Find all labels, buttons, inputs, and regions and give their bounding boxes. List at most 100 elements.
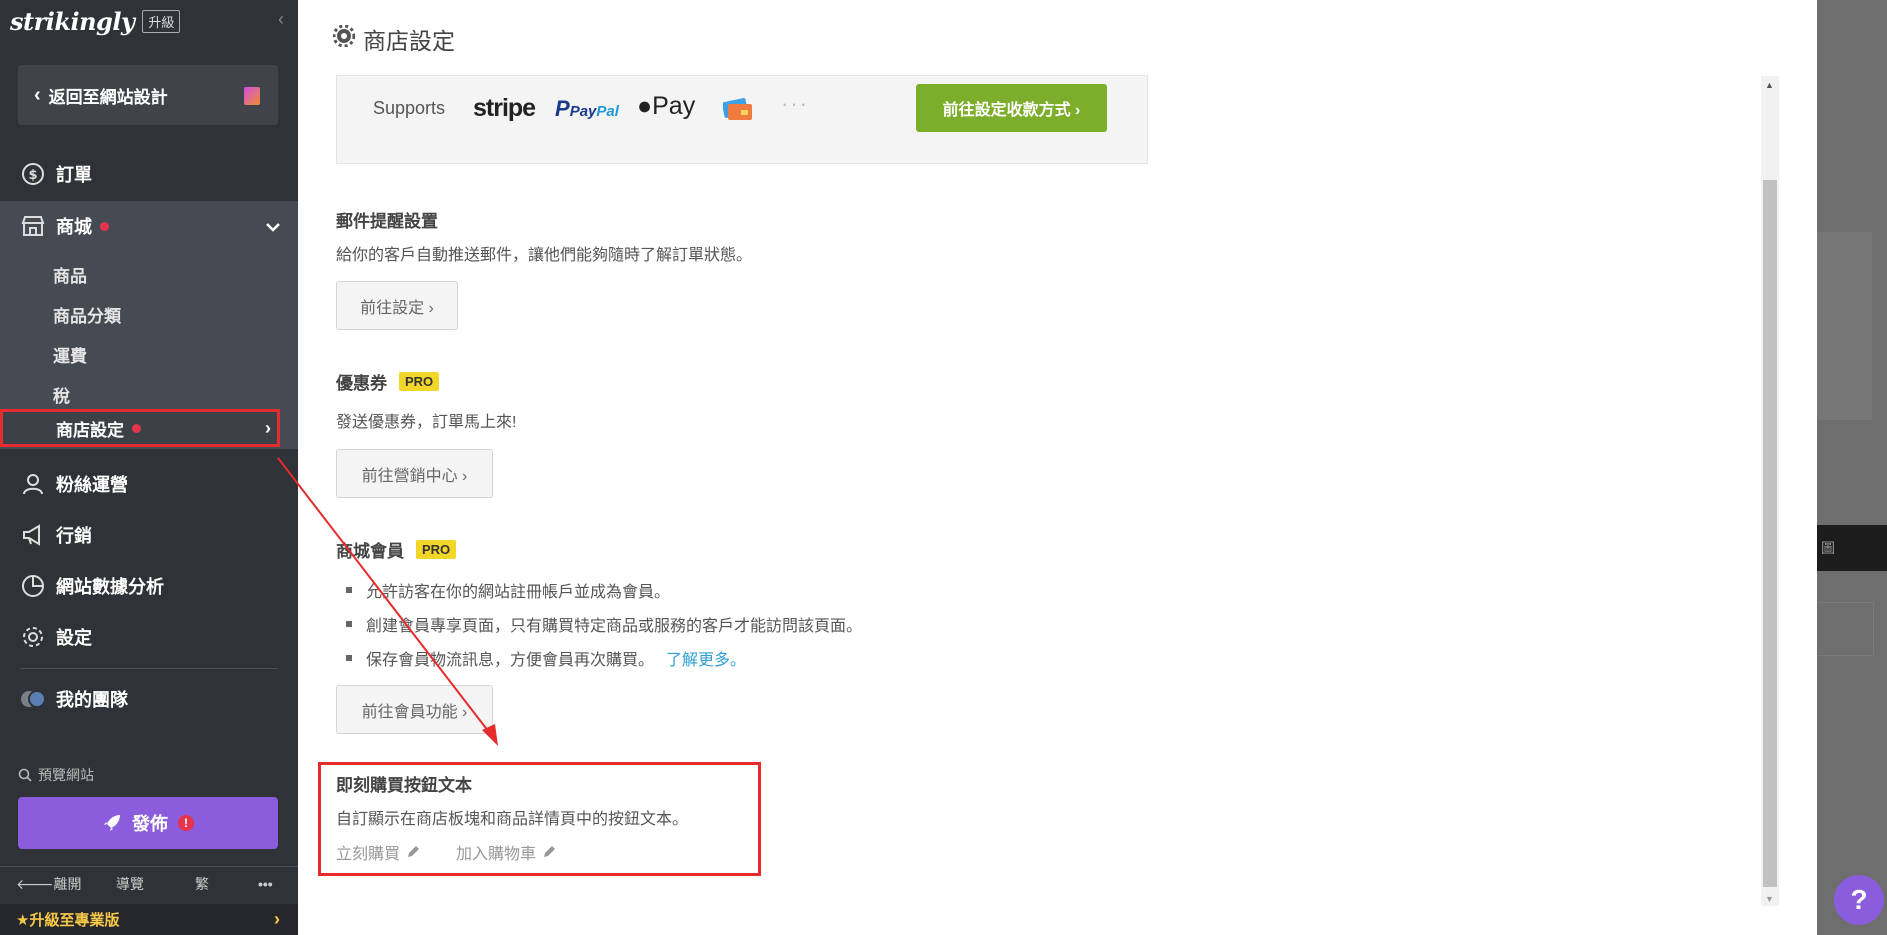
chevron-right-icon: › [265, 417, 271, 438]
sidebar: strikingly 升級 ‹ ‹ 返回至網站設計 $ 訂單 商城 商品 商品分… [0, 0, 298, 935]
notification-dot [100, 221, 109, 231]
sidebar-item-settings[interactable]: 設定 [0, 613, 298, 661]
email-section-desc: 給你的客戶自動推送郵件，讓他們能夠隨時了解訂單狀態。 [336, 247, 753, 264]
buy-now-text-edit[interactable]: 立刻購買 [336, 840, 420, 864]
upgrade-tag[interactable]: 升級 [142, 9, 181, 33]
sidebar-item-label: 訂單 [56, 165, 92, 185]
pencil-icon [408, 846, 420, 857]
sidebar-item-label: 商店設定 [56, 420, 124, 440]
sidebar-item-shop[interactable]: 商城 [0, 201, 298, 251]
list-item: 允許訪客在你的網站註冊帳戶並成為會員。 [346, 573, 862, 607]
scroll-down-arrow-icon[interactable]: ▼ [1765, 894, 1774, 904]
dollar-circle-icon: $ [20, 161, 46, 187]
publish-label: 發佈 [132, 814, 168, 834]
stripe-logo: stripe [473, 94, 536, 122]
buy-now-text: 立刻購買 [336, 846, 401, 863]
more-methods-icon: ··· [781, 91, 809, 116]
background-outline [1817, 602, 1874, 656]
payment-methods-box: Supports stripe PPayPal ●Pay ··· 前往設定收款方… [336, 75, 1148, 164]
chevron-right-icon: › [274, 909, 280, 929]
language-link[interactable]: 繁 [195, 874, 209, 894]
publish-button[interactable]: 發佈 ! [18, 797, 278, 849]
page-doc-icon [244, 87, 260, 105]
learn-more-link[interactable]: 了解更多。 [666, 646, 746, 670]
rocket-icon [104, 815, 120, 831]
sidebar-item-team[interactable]: 我的團隊 [0, 675, 298, 723]
setup-payment-button[interactable]: 前往設定收款方式 › [916, 84, 1107, 132]
paypal-logo: PPayPal [555, 96, 619, 121]
more-icon[interactable]: ••• [258, 876, 273, 892]
scrollbar-thumb[interactable] [1763, 180, 1777, 887]
membership-title-text: 商城會員 [336, 542, 404, 561]
scrollbar[interactable]: ▲ ▼ [1761, 76, 1779, 906]
sidebar-subitem-shipping[interactable]: 運費 [53, 342, 87, 367]
sidebar-item-fans[interactable]: 粉絲運營 [0, 460, 298, 508]
strikingly-logo[interactable]: strikingly [10, 7, 135, 36]
sidebar-subitem-tax[interactable]: 稅 [53, 382, 70, 407]
coupon-section-desc: 發送優惠券，訂單馬上來! [336, 414, 517, 431]
email-settings-button[interactable]: 前往設定 › [336, 281, 458, 330]
warning-badge: ! [178, 815, 194, 831]
upgrade-pro-label: 升級至專業版 [29, 912, 120, 929]
coupon-title-text: 優惠券 [336, 374, 387, 393]
background-partial-text: 圖 [1821, 540, 1835, 556]
pencil-icon [544, 846, 556, 857]
preview-label: 預覽網站 [38, 767, 94, 783]
membership-section-title: 商城會員 PRO [336, 537, 457, 562]
background-block [1817, 232, 1872, 420]
pie-chart-icon [20, 573, 46, 599]
chevron-down-icon [266, 216, 280, 237]
chevron-left-icon: ‹ [34, 83, 41, 106]
scroll-up-arrow-icon[interactable]: ▲ [1765, 80, 1774, 90]
guide-link[interactable]: 導覽 [116, 874, 144, 894]
email-section-title: 郵件提醒設置 [336, 212, 438, 231]
paypal-logo-text-b: Pal [596, 103, 619, 120]
membership-bullets: 允許訪客在你的網站註冊帳戶並成為會員。 創建會員專享頁面，只有購買特定商品或服務… [346, 573, 862, 675]
sidebar-item-label: 商城 [56, 217, 92, 237]
back-to-site-design-button[interactable]: ‹ 返回至網站設計 [18, 65, 278, 125]
leave-link[interactable]: 🡐離開 [16, 874, 82, 894]
list-item: 創建會員專享頁面，只有購買特定商品或服務的客戶才能訪問該頁面。 [346, 607, 862, 641]
gear-icon [332, 24, 356, 53]
store-icon [20, 213, 46, 239]
sidebar-item-label: 網站數據分析 [56, 577, 164, 597]
bullet-text: 創建會員專享頁面，只有購買特定商品或服務的客戶才能訪問該頁面。 [366, 618, 863, 635]
paypal-logo-text-a: Pay [569, 103, 597, 120]
sidebar-subitem-products[interactable]: 商品 [53, 262, 87, 287]
pro-badge: PRO [399, 372, 440, 391]
leave-label: 離開 [53, 876, 82, 892]
sidebar-item-orders[interactable]: $ 訂單 [0, 150, 298, 198]
bullet-text: 允許訪客在你的網站註冊帳戶並成為會員。 [366, 584, 671, 601]
footer-divider [0, 866, 298, 867]
sidebar-subitem-categories[interactable]: 商品分類 [53, 302, 121, 327]
sidebar-item-label: 我的團隊 [56, 690, 128, 710]
team-avatar-icon [20, 686, 46, 712]
sidebar-item-marketing[interactable]: 行銷 [0, 511, 298, 559]
list-item: 保存會員物流訊息，方便會員再次購買。 了解更多。 [346, 641, 862, 675]
user-icon [20, 471, 46, 497]
store-settings-panel: 商店設定 Supports stripe PPayPal ●Pay ··· 前往… [298, 0, 1817, 935]
preview-site-link[interactable]: 預覽網站 [18, 765, 94, 785]
brand: strikingly 升級 [10, 6, 181, 36]
background-overlay: 圖 ? [1817, 0, 1887, 935]
apple-pay-logo: ●Pay [637, 92, 695, 121]
back-label: 返回至網站設計 [48, 87, 168, 107]
sidebar-item-label: 設定 [56, 628, 92, 648]
help-button[interactable]: ? [1834, 875, 1884, 925]
marketing-center-button[interactable]: 前往營銷中心 › [336, 449, 493, 498]
add-to-cart-text-edit[interactable]: 加入購物車 [456, 840, 556, 864]
apple-pay-text: Pay [652, 92, 696, 120]
search-icon [18, 768, 32, 782]
sidebar-item-analytics[interactable]: 網站數據分析 [0, 562, 298, 610]
buy-now-section-desc: 自訂顯示在商店板塊和商品詳情頁中的按鈕文本。 [336, 811, 689, 828]
membership-feature-button[interactable]: 前往會員功能 › [336, 685, 493, 734]
upgrade-pro-bar[interactable]: ★ 升級至專業版 › [0, 904, 298, 935]
sidebar-item-label: 粉絲運營 [56, 475, 128, 495]
sidebar-subitem-store-settings[interactable]: 商店設定 › [0, 409, 280, 447]
bullet-text: 保存會員物流訊息，方便會員再次購買。 [366, 652, 655, 669]
sidebar-divider [20, 668, 278, 669]
sidebar-item-label: 行銷 [56, 526, 92, 546]
star-icon: ★ [16, 911, 30, 929]
sidebar-footer: 🡐離開 導覽 繁 ••• [0, 873, 298, 895]
collapse-sidebar-icon[interactable]: ‹ [278, 9, 284, 30]
